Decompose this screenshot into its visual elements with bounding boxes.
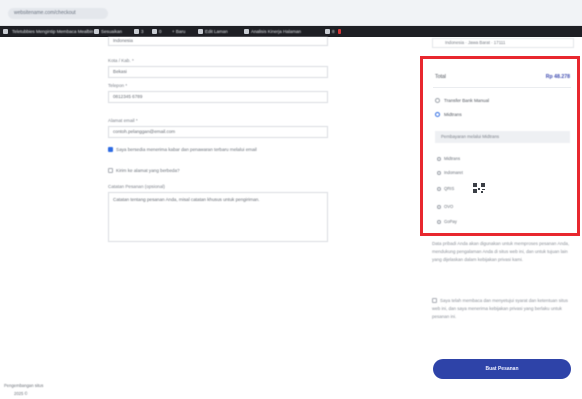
terms-checkbox[interactable] bbox=[432, 298, 437, 303]
method-label: Indomaret bbox=[444, 170, 463, 175]
consent-checkbox-row[interactable]: Saya bersedia menerima kabar dan penawar… bbox=[108, 147, 257, 152]
radio-method-2[interactable] bbox=[437, 187, 441, 191]
method-option[interactable]: OVO bbox=[437, 204, 453, 209]
phone-input[interactable]: 0812345 6789 bbox=[108, 91, 328, 103]
order-notes-textarea[interactable]: Catatan tentang pesanan Anda, misal cata… bbox=[108, 192, 328, 242]
payment-option-selected[interactable]: Midtrans bbox=[435, 112, 462, 117]
total-label: Total bbox=[435, 74, 446, 80]
radio-method-1[interactable] bbox=[437, 171, 441, 175]
email-label: Alamat email * bbox=[108, 118, 138, 123]
adminbar-customize[interactable]: Sesuaikan bbox=[101, 28, 122, 35]
city-label: Kota / Kab. * bbox=[108, 58, 134, 63]
method-label: GoPay bbox=[444, 219, 457, 224]
ship-different-checkbox[interactable] bbox=[108, 168, 113, 173]
total-value: Rp 48.278 bbox=[545, 74, 570, 80]
ship-different-row[interactable]: Kirim ke alamat yang berbeda? bbox=[108, 168, 180, 173]
divider bbox=[433, 87, 571, 88]
place-order-button[interactable]: Buat Pesanan bbox=[433, 359, 571, 379]
method-option[interactable]: Midtrans bbox=[437, 156, 460, 161]
pencil-icon bbox=[198, 29, 203, 34]
adminbar-new[interactable]: + Baru bbox=[172, 28, 185, 35]
updates-icon bbox=[134, 29, 139, 34]
method-label: QRIS bbox=[444, 186, 455, 191]
address-bar[interactable]: websitename.com/checkout bbox=[8, 8, 108, 19]
consent-label: Saya bersedia menerima kabar dan penawar… bbox=[116, 147, 257, 152]
radio-method-0[interactable] bbox=[437, 157, 441, 161]
payment-notice: Pembayaran melalui Midtrans bbox=[435, 131, 570, 143]
city-input[interactable]: Bekasi bbox=[108, 66, 328, 78]
brush-icon bbox=[94, 29, 99, 34]
adminbar-site-name[interactable]: Teletubbies Mengintip Membaca Mealbin bbox=[12, 28, 94, 35]
method-label: OVO bbox=[444, 204, 454, 209]
terms-label: Saya telah membaca dan menyetujui syarat… bbox=[432, 298, 568, 319]
comments-icon bbox=[152, 29, 157, 34]
chart-icon bbox=[244, 29, 249, 34]
adminbar-comments-count[interactable]: 0 bbox=[159, 28, 162, 35]
order-notes-label: Catatan Pesanan (opsional) bbox=[108, 184, 165, 189]
adminbar-plugin-count[interactable]: 8 bbox=[332, 28, 335, 35]
payment-option-bank-label: Transfer Bank Manual bbox=[444, 98, 490, 103]
radio-bank[interactable] bbox=[435, 98, 440, 103]
method-option[interactable]: Indomaret bbox=[437, 170, 463, 175]
method-option[interactable]: GoPay bbox=[437, 219, 457, 224]
payment-panel: Total Rp 48.278 Transfer Bank Manual Mid… bbox=[420, 56, 580, 236]
footer-copyright: 2025 © bbox=[14, 391, 28, 396]
qr-code-icon bbox=[473, 183, 485, 193]
adminbar-edit-page[interactable]: Edit Laman bbox=[205, 28, 228, 35]
radio-method-4[interactable] bbox=[437, 220, 441, 224]
consent-checkbox[interactable] bbox=[108, 147, 113, 152]
wp-admin-bar: Teletubbies Mengintip Membaca Mealbin Se… bbox=[0, 26, 582, 37]
method-option[interactable]: QRIS bbox=[437, 186, 454, 191]
adminbar-performance[interactable]: Analisis Kinerja Halaman bbox=[251, 28, 301, 35]
country-field[interactable]: Indonesia bbox=[108, 37, 328, 46]
ship-different-label: Kirim ke alamat yang berbeda? bbox=[116, 168, 180, 173]
radio-selected[interactable] bbox=[435, 112, 440, 117]
adminbar-updates-count[interactable]: 3 bbox=[141, 28, 144, 35]
method-label: Midtrans bbox=[444, 156, 461, 161]
email-input[interactable]: contoh.pelanggan@email.com bbox=[108, 126, 328, 138]
alert-icon bbox=[338, 29, 341, 34]
terms-checkbox-row[interactable]: Saya telah membaca dan menyetujui syarat… bbox=[432, 297, 572, 321]
wordpress-icon[interactable] bbox=[3, 29, 8, 34]
payment-option-selected-label: Midtrans bbox=[444, 112, 462, 117]
shipping-summary-field: Indonesia · Jawa Barat · 17111 bbox=[432, 38, 574, 48]
radio-method-3[interactable] bbox=[437, 205, 441, 209]
browser-toolbar: websitename.com/checkout bbox=[0, 0, 582, 26]
payment-option-bank[interactable]: Transfer Bank Manual bbox=[435, 98, 489, 103]
privacy-notice: Data pribadi Anda akan digunakan untuk m… bbox=[432, 241, 570, 262]
footer-credit: Pengembangan situs bbox=[4, 383, 44, 388]
plugin-icon bbox=[325, 29, 330, 34]
phone-label: Telepon * bbox=[108, 83, 128, 88]
